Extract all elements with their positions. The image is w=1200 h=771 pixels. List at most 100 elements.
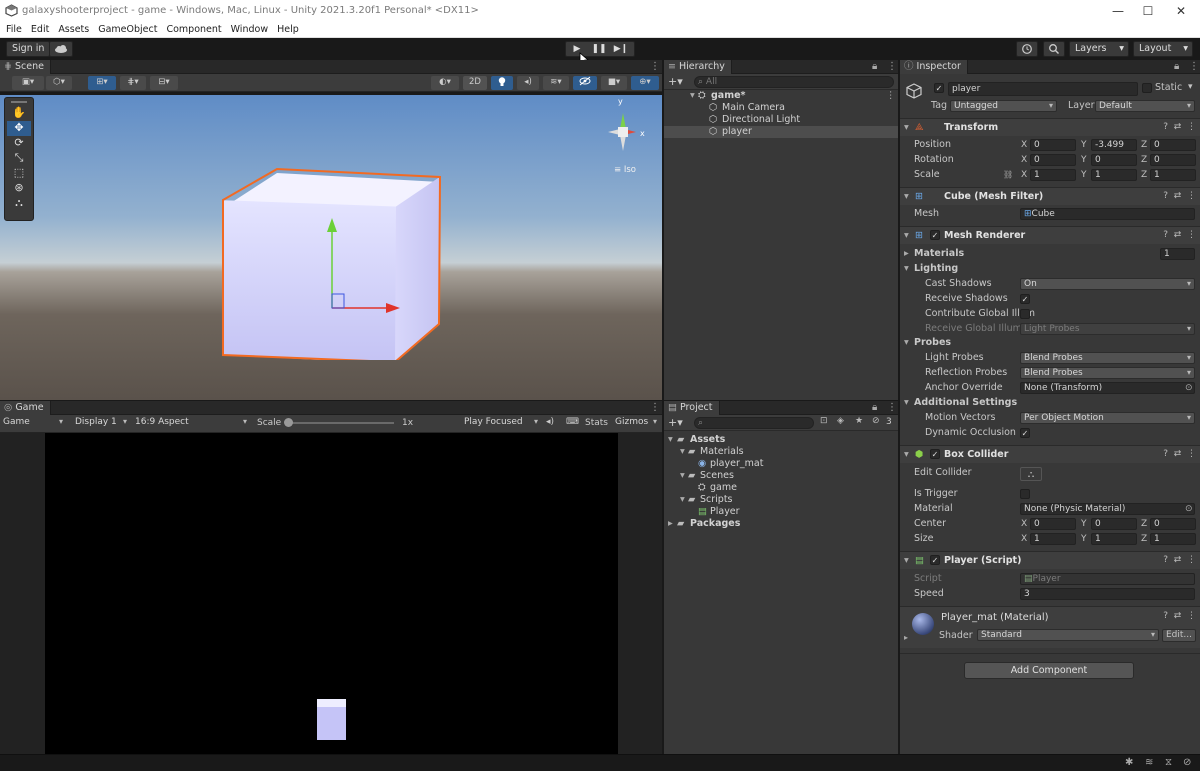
anchor-override-field[interactable]: None (Transform) [1020,382,1195,394]
expand-arrow-icon[interactable]: ▾ [904,552,909,569]
dynamic-occlusion-checkbox[interactable]: ✓ [1020,428,1030,438]
snap-button[interactable]: ⊞▾ [88,76,116,90]
center-x-field[interactable]: 0 [1030,518,1076,530]
effects-button[interactable]: ≋▾ [543,76,569,90]
play-focused-dropdown[interactable]: Play Focused [461,417,541,429]
projection-label[interactable]: ≡ Iso [614,165,636,175]
project-search-input[interactable]: ⌕ [694,417,814,429]
project-asset-player-mat[interactable]: ◉ player_mat [664,458,898,470]
receive-shadows-checkbox[interactable]: ✓ [1020,294,1030,304]
visibility-toggle-button[interactable] [573,76,597,90]
rotate-tool-icon[interactable]: ⟳ [5,136,33,151]
progress-icon[interactable]: ⧖ [1165,757,1172,768]
expand-arrow-icon[interactable]: ▸ [904,633,908,642]
lock-icon[interactable]: 🔒︎ [872,60,877,74]
display-dropdown[interactable]: Display 1 [72,417,130,429]
cast-shadows-dropdown[interactable]: On [1020,278,1195,290]
scene-root-row[interactable]: ▾ ⛭ game* ⋮ [664,90,898,102]
active-checkbox[interactable]: ✓ [934,83,944,93]
lighting-section[interactable]: ▾ Lighting [900,262,1200,276]
player-script-component-header[interactable]: ▾ ▤ ✓ Player (Script) ? ⇄ ⋮ [900,551,1200,569]
panel-menu-icon[interactable]: ⋮ [650,401,660,415]
hierarchy-search-input[interactable]: ⌕ All [694,76,894,88]
hierarchy-item-main-camera[interactable]: ⬡ Main Camera [664,102,898,114]
reflection-probes-dropdown[interactable]: Blend Probes [1020,367,1195,379]
2d-toggle-button[interactable]: 2D [463,76,487,90]
player-script-enabled-checkbox[interactable]: ✓ [930,555,940,565]
hierarchy-item-player[interactable]: ⬡ player [664,126,898,138]
tab-scene[interactable]: ⋕ Scene [0,60,51,74]
debug-icon[interactable]: ✱ [1125,757,1133,768]
expand-arrow-icon[interactable]: ▾ [904,119,909,136]
expand-arrow-icon[interactable]: ▾ [680,446,685,458]
edit-shader-button[interactable]: Edit... [1162,629,1196,642]
tab-game[interactable]: ◎ Game [0,401,51,415]
add-component-button[interactable]: Add Component [964,662,1134,679]
mesh-renderer-enabled-checkbox[interactable]: ✓ [930,230,940,240]
hidden-packages-icon[interactable]: ⊘ [872,416,880,426]
menu-file[interactable]: File [6,24,22,35]
project-folder-packages[interactable]: ▸ ▰ Packages [664,518,898,530]
search-by-type-icon[interactable]: ⊡ [820,416,828,426]
component-actions[interactable]: ? ⇄ ⋮ [1163,552,1196,569]
game-mode-dropdown[interactable]: Game [0,417,66,429]
additional-settings-section[interactable]: ▾ Additional Settings [900,396,1200,410]
gizmos-dropdown[interactable]: Gizmos [612,417,660,429]
panel-menu-icon[interactable]: ⋮ [887,60,897,74]
box-collider-enabled-checkbox[interactable]: ✓ [930,449,940,459]
scale-tool-icon[interactable]: ⤡ [5,151,33,166]
cloud-button[interactable] [49,41,73,57]
expand-arrow-icon[interactable]: ▾ [904,446,909,463]
move-tool-icon[interactable]: ✥ [7,121,31,136]
render-mode-button[interactable]: ⬡▾ [46,76,72,90]
speed-field[interactable]: 3 [1020,588,1195,600]
expand-arrow-icon[interactable]: ▾ [680,494,685,506]
project-folder-scenes[interactable]: ▾ ▰ Scenes [664,470,898,482]
size-y-field[interactable]: 1 [1091,533,1137,545]
menu-assets[interactable]: Assets [58,24,89,35]
expand-arrow-icon[interactable]: ▾ [904,336,909,350]
expand-arrow-icon[interactable]: ▾ [904,188,909,205]
position-y-field[interactable]: -3.499 [1091,139,1137,151]
menu-edit[interactable]: Edit [31,24,49,35]
mesh-filter-component-header[interactable]: ▾ ⊞ Cube (Mesh Filter) ? ⇄ ⋮ [900,187,1200,205]
menu-component[interactable]: Component [166,24,221,35]
layer-dropdown[interactable]: Default [1095,100,1195,112]
component-actions[interactable]: ? ⇄ ⋮ [1163,119,1196,136]
increment-snap-button[interactable]: ⊟▾ [150,76,178,90]
center-y-field[interactable]: 0 [1091,518,1137,530]
scale-z-field[interactable]: 1 [1150,169,1196,181]
gizmos-toggle-button[interactable]: ⊕▾ [631,76,659,90]
keyboard-icon[interactable]: ⌨ [566,417,579,427]
search-by-label-icon[interactable]: ◈ [837,416,844,426]
scene-menu-icon[interactable]: ⋮ [886,90,896,102]
panel-menu-icon[interactable]: ⋮ [887,401,897,415]
shading-mode-button[interactable]: ◐▾ [431,76,459,90]
component-actions[interactable]: ? ⇄ ⋮ [1163,227,1196,244]
collider-material-field[interactable]: None (Physic Material) [1020,503,1195,515]
tab-project[interactable]: ▤ Project [664,401,720,415]
component-actions[interactable]: ? ⇄ ⋮ [1163,188,1196,205]
mesh-object-field[interactable]: ⊞Cube [1020,208,1195,220]
close-button[interactable]: ✕ [1170,3,1192,19]
grid-snap-button[interactable]: ⋕▾ [120,76,146,90]
hierarchy-item-directional-light[interactable]: ⬡ Directional Light [664,114,898,126]
favorite-icon[interactable]: ★ [855,416,863,426]
size-z-field[interactable]: 1 [1150,533,1196,545]
is-trigger-checkbox[interactable] [1020,489,1030,499]
lighting-toggle-button[interactable] [491,76,513,90]
minimize-button[interactable]: — [1107,3,1129,19]
tag-dropdown[interactable]: Untagged [950,100,1057,112]
pause-button[interactable]: ❚❚ [588,42,610,56]
menu-window[interactable]: Window [231,24,268,35]
menu-help[interactable]: Help [277,24,299,35]
chevron-down-icon[interactable]: ▾ [1188,82,1193,92]
probes-section[interactable]: ▾ Probes [900,336,1200,350]
position-z-field[interactable]: 0 [1150,139,1196,151]
materials-row[interactable]: ▸ Materials 1 [900,247,1200,261]
project-folder-scripts[interactable]: ▾ ▰ Scripts [664,494,898,506]
rotation-x-field[interactable]: 0 [1030,154,1076,166]
tab-inspector[interactable]: ⓘ Inspector [900,60,968,74]
create-add-icon[interactable]: +▾ [668,416,683,429]
menu-gameobject[interactable]: GameObject [98,24,157,35]
